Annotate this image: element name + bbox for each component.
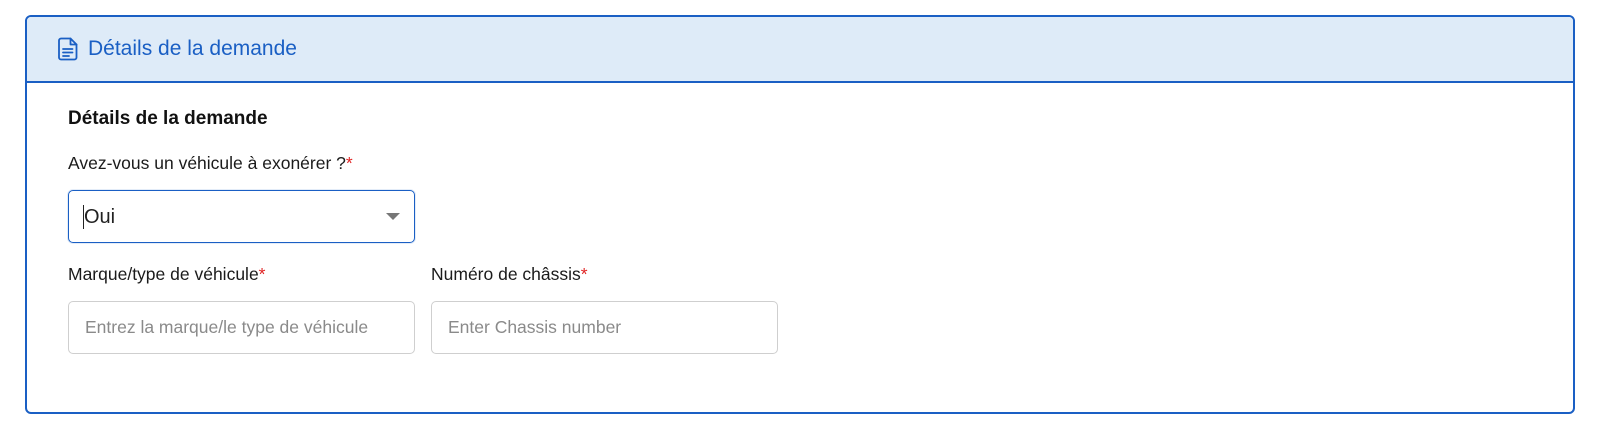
document-icon [57,36,79,62]
panel-header: Détails de la demande [27,17,1573,83]
chassis-number-label-text: Numéro de châssis [431,264,581,284]
chassis-number-label: Numéro de châssis* [431,264,588,285]
required-mark: * [258,264,266,284]
vehicle-make-input[interactable] [68,301,415,354]
required-mark: * [580,264,588,284]
vehicle-question-label: Avez-vous un véhicule à exonérer ?* [68,153,353,174]
chassis-number-input[interactable] [431,301,778,354]
chevron-down-icon [386,213,400,220]
request-details-panel: Détails de la demande Détails de la dema… [25,15,1575,414]
vehicle-question-select[interactable]: Oui [68,190,415,243]
vehicle-question-label-text: Avez-vous un véhicule à exonérer ? [68,153,346,173]
required-mark: * [345,153,353,173]
section-title: Détails de la demande [68,108,268,129]
vehicle-make-label-text: Marque/type de véhicule [68,264,259,284]
panel-header-title: Détails de la demande [88,37,297,60]
vehicle-question-selected-value: Oui [83,204,116,229]
vehicle-make-label: Marque/type de véhicule* [68,264,265,285]
